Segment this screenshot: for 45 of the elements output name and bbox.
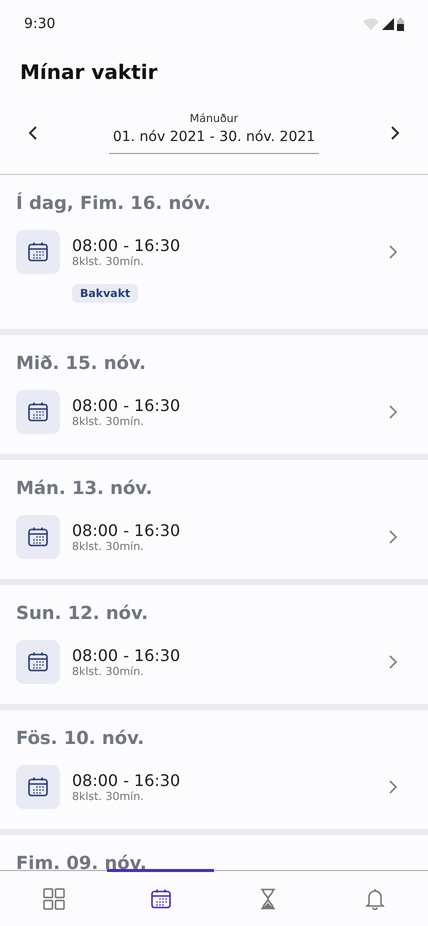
calendar-icon [27, 776, 49, 798]
shift-duration: 8klst. 30mín. [72, 665, 145, 678]
day-heading: Í dag, Fim. 16. nóv. [16, 193, 212, 214]
day-heading: Mið. 15. nóv. [16, 353, 147, 374]
shift-duration: 8klst. 30mín. [72, 255, 145, 268]
wifi-icon [363, 18, 379, 30]
chevron-right-icon [388, 404, 398, 420]
shift-row[interactable]: 08:00 - 16:30 8klst. 30mín. [16, 390, 412, 434]
shift-row[interactable]: 08:00 - 16:30 8klst. 30mín. [16, 230, 412, 274]
chevron-left-icon [28, 126, 38, 140]
shift-time: 08:00 - 16:30 [72, 771, 182, 790]
bell-icon [364, 888, 384, 910]
calendar-icon [27, 401, 49, 423]
shift-time: 08:00 - 16:30 [72, 521, 182, 540]
calendar-icon [27, 241, 49, 263]
shift-row[interactable]: 08:00 - 16:30 8klst. 30mín. [16, 765, 412, 809]
chevron-right-icon [388, 529, 398, 545]
shift-duration: 8klst. 30mín. [72, 790, 145, 803]
chevron-right-icon [388, 654, 398, 670]
day-heading: Fös. 10. nóv. [16, 728, 146, 749]
grid-icon [42, 888, 64, 910]
page-title: Mínar vaktir [20, 60, 158, 84]
shift-row[interactable]: 08:00 - 16:30 8klst. 30mín. [16, 640, 412, 684]
chevron-right-icon [390, 126, 400, 140]
shift-duration: 8klst. 30mín. [72, 415, 145, 428]
shift-tag: Bakvakt [72, 284, 138, 303]
day-heading: Sun. 12. nóv. [16, 603, 150, 624]
hourglass-icon [258, 888, 276, 910]
calendar-icon [27, 651, 49, 673]
calendar-icon [150, 888, 172, 910]
calendar-icon [27, 526, 49, 548]
day-heading: Fim. 09. nóv. [16, 853, 148, 870]
period-label: Mánuður [190, 112, 238, 125]
signal-icon [382, 18, 394, 30]
shift-duration: 8klst. 30mín. [72, 540, 145, 553]
chevron-right-icon [388, 244, 398, 260]
period-field[interactable]: 01. nóv 2021 - 30. nóv. 2021 [108, 129, 320, 154]
day-heading: Mán. 13. nóv. [16, 478, 154, 499]
battery-icon [397, 18, 404, 30]
status-time: 9:30 [24, 16, 56, 32]
shift-time: 08:00 - 16:30 [72, 236, 182, 255]
shift-time: 08:00 - 16:30 [72, 396, 182, 415]
shift-row[interactable]: 08:00 - 16:30 8klst. 30mín. [16, 515, 412, 559]
shift-time: 08:00 - 16:30 [72, 646, 182, 665]
chevron-right-icon [388, 779, 398, 795]
